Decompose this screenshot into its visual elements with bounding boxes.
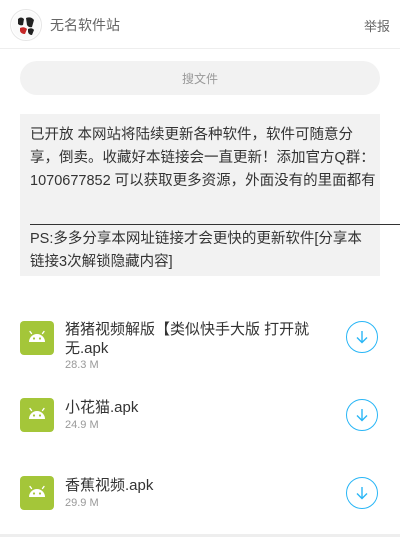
download-arrow-icon bbox=[356, 331, 368, 344]
announcement-text: 已开放 本网站将陆续更新各种软件，软件可随意分享，倒卖。收藏好本链接会一直更新！… bbox=[30, 127, 376, 189]
file-list-item[interactable]: 猪猪视频解版【类似快手大版 打开就无.apk 28.3 M bbox=[20, 318, 380, 374]
android-icon bbox=[20, 321, 54, 355]
download-arrow-icon bbox=[356, 409, 368, 422]
file-size: 29.9 M bbox=[65, 497, 99, 509]
file-name: 香蕉视频.apk bbox=[65, 477, 154, 494]
header-bar: 无名软件站 举报 bbox=[0, 0, 400, 49]
android-icon bbox=[20, 398, 54, 432]
file-size: 28.3 M bbox=[65, 359, 99, 371]
site-logo-avatar bbox=[10, 9, 42, 41]
download-arrow-icon bbox=[356, 487, 368, 500]
file-size: 24.9 M bbox=[65, 419, 99, 431]
file-list-item[interactable]: 小花猫.apk 24.9 M bbox=[20, 398, 380, 438]
download-button[interactable] bbox=[346, 321, 378, 353]
announcement-divider bbox=[30, 224, 400, 225]
download-button[interactable] bbox=[346, 399, 378, 431]
android-icon bbox=[20, 476, 54, 510]
download-button[interactable] bbox=[346, 477, 378, 509]
site-title: 无名软件站 bbox=[50, 17, 120, 33]
search-placeholder: 搜文件 bbox=[181, 71, 218, 86]
file-list-item[interactable]: 香蕉视频.apk 29.9 M bbox=[20, 476, 380, 516]
announcement-panel: 已开放 本网站将陆续更新各种软件，软件可随意分享，倒卖。收藏好本链接会一直更新！… bbox=[20, 114, 400, 276]
report-link[interactable]: 举报 bbox=[364, 16, 390, 35]
search-input[interactable]: 搜文件 bbox=[20, 61, 380, 95]
announcement-ps: PS:多多分享本网址链接才会更快的更新软件[分享本链接3次解锁隐藏内容] bbox=[30, 231, 362, 270]
file-name: 小花猫.apk bbox=[65, 399, 139, 416]
file-name: 猪猪视频解版【类似快手大版 打开就无.apk bbox=[65, 321, 310, 357]
